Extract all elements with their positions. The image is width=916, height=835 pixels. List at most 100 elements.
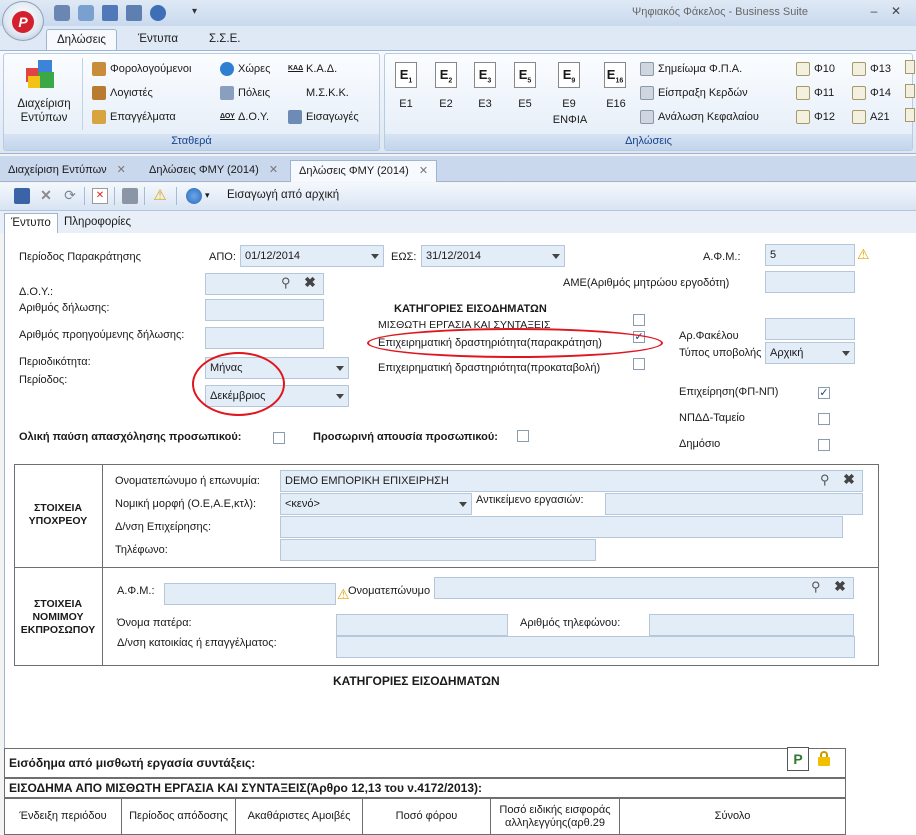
tab-info[interactable]: Πληροφορίες	[58, 213, 137, 233]
f14-button[interactable]: Φ14	[852, 84, 891, 102]
globe-icon[interactable]	[186, 188, 202, 204]
profit-collection-label: Είσπραξη Κερδών	[658, 87, 748, 99]
temp-absence-checkbox[interactable]	[517, 430, 529, 442]
e3-button[interactable]: Ε3	[470, 98, 500, 110]
business-object-field[interactable]	[605, 493, 863, 515]
rep-address-field[interactable]	[336, 636, 855, 658]
tab-sse[interactable]: Σ.Σ.Ε.	[199, 29, 250, 50]
ame-field[interactable]	[765, 271, 855, 293]
address-field[interactable]	[280, 516, 843, 538]
database-icon[interactable]	[78, 5, 94, 21]
clear-icon[interactable]: ✖	[842, 472, 856, 487]
rep-phone-field[interactable]	[649, 614, 854, 636]
business-label: Επιχείρηση(ΦΠ-ΝΠ)	[679, 386, 779, 398]
total-stop-checkbox[interactable]	[273, 432, 285, 444]
e2-button[interactable]: Ε2	[431, 98, 461, 110]
manage-forms-button[interactable]: Διαχείριση Εντύπων	[14, 97, 74, 125]
prev-decl-field[interactable]	[205, 327, 324, 349]
doc-tab-manage-forms[interactable]: Διαχείριση Εντύπων ✕	[0, 160, 134, 182]
manage-forms-label-2: Εντύπων	[20, 112, 68, 124]
manage-forms-label-1: Διαχείριση	[17, 98, 71, 110]
column-header: Ποσό ειδικής εισφοράς αλληλεγγύης(αρθ.29	[490, 798, 620, 835]
search-icon[interactable]: ⚲	[820, 473, 834, 487]
e16-button[interactable]: Ε16	[601, 98, 631, 110]
logo-p-icon: P	[12, 11, 34, 33]
app-logo-button[interactable]: P	[2, 1, 44, 41]
professions-button[interactable]: Επαγγέλματα	[92, 108, 176, 126]
cat1-checkbox[interactable]	[633, 314, 645, 326]
accountants-button[interactable]: Λογιστές	[92, 84, 153, 102]
report-icon[interactable]: P	[787, 747, 809, 771]
doc-tab-fmy-1[interactable]: Δηλώσεις ΦΜΥ (2014) ✕	[141, 160, 286, 182]
from-date-picker[interactable]: 01/12/2014	[240, 245, 384, 267]
minimize-button[interactable]: –	[866, 4, 882, 20]
close-tab-icon[interactable]: ✕	[269, 164, 278, 176]
capital-use-button[interactable]: Ανάλωση Κεφαλαίου	[640, 108, 759, 126]
doy-button[interactable]: ΔΟΥ Δ.Ο.Υ.	[220, 108, 269, 126]
save-icon[interactable]	[14, 188, 30, 204]
quick-access-icon[interactable]	[54, 5, 70, 21]
grid-icon[interactable]	[126, 5, 142, 21]
save-icon[interactable]	[102, 5, 118, 21]
legal-form-select[interactable]: <κενό>	[280, 493, 472, 515]
obligor-name-field[interactable]: DEMO ΕΜΠΟΡΙΚΗ ΕΠΙΧΕΙΡΗΣΗ	[280, 470, 863, 492]
tab-entypa[interactable]: Έντυπα	[128, 29, 188, 50]
cancel-icon[interactable]: ✕	[38, 188, 54, 204]
search-icon[interactable]: ⚲	[281, 276, 295, 290]
e5-button[interactable]: Ε5	[510, 98, 540, 110]
customize-qa-icon[interactable]: ▾	[192, 6, 197, 17]
mskk-button[interactable]: Μ.Σ.Κ.Κ.	[306, 84, 349, 102]
npdd-checkbox[interactable]	[818, 413, 830, 425]
group-label: Σταθερά	[4, 134, 379, 150]
vat-note-button[interactable]: Σημείωμα Φ.Π.Α.	[640, 60, 742, 78]
f10-button[interactable]: Φ10	[796, 60, 835, 78]
countries-button[interactable]: Χώρες	[220, 60, 270, 78]
father-name-field[interactable]	[336, 614, 508, 636]
profit-collection-button[interactable]: Είσπραξη Κερδών	[640, 84, 748, 102]
f14-label: Φ14	[870, 87, 892, 99]
cat3-checkbox[interactable]	[633, 358, 645, 370]
print-icon[interactable]	[122, 188, 138, 204]
kad-button[interactable]: ΚΑΔ Κ.Α.Δ.	[288, 60, 337, 78]
submit-type-select[interactable]: Αρχική	[765, 342, 855, 364]
inner-tab-strip	[0, 211, 916, 233]
periodicity-label: Περιοδικότητα:	[19, 356, 91, 368]
search-icon[interactable]: ⚲	[811, 580, 825, 594]
refresh-icon[interactable]: ⟳	[62, 188, 78, 204]
f13-button[interactable]: Φ13	[852, 60, 891, 78]
ribbon-overflow-icon[interactable]	[905, 60, 915, 130]
a21-button[interactable]: Α21	[852, 108, 890, 126]
chevron-down-icon	[459, 502, 467, 507]
rep-name-field[interactable]	[434, 577, 854, 599]
doc-tab-fmy-2[interactable]: Δηλώσεις ΦΜΥ (2014) ✕	[290, 160, 438, 182]
business-checkbox[interactable]: ✓	[818, 387, 830, 399]
close-tab-icon[interactable]: ✕	[419, 165, 428, 177]
afm-field[interactable]: 5	[765, 244, 855, 266]
close-tab-icon[interactable]: ✕	[117, 164, 126, 176]
e1-button[interactable]: Ε1	[391, 98, 421, 110]
delete-icon[interactable]: ✕	[92, 188, 108, 204]
tab-dilwseis[interactable]: Δηλώσεις	[46, 29, 117, 50]
tab-form[interactable]: Έντυπο	[4, 213, 58, 233]
f12-button[interactable]: Φ12	[796, 108, 835, 126]
f11-button[interactable]: Φ11	[796, 84, 834, 102]
e9-button[interactable]: Ε9	[554, 98, 584, 110]
warning-icon[interactable]: ⚠	[152, 188, 168, 204]
imports-button[interactable]: Εισαγωγές	[288, 108, 359, 126]
clear-icon[interactable]: ✖	[303, 275, 317, 290]
taxpayers-button[interactable]: Φορολογούμενοι	[92, 60, 191, 78]
clear-icon[interactable]: ✖	[833, 579, 847, 594]
close-button[interactable]: ✕	[888, 4, 904, 20]
dropdown-arrow-icon[interactable]: ▾	[205, 190, 210, 201]
import-from-original-button[interactable]: Εισαγωγή από αρχική	[227, 189, 339, 201]
folder-field[interactable]	[765, 318, 855, 340]
rep-afm-field[interactable]	[164, 583, 336, 605]
phone-field[interactable]	[280, 539, 596, 561]
to-date-picker[interactable]: 31/12/2014	[421, 245, 565, 267]
attach-icon[interactable]	[150, 5, 166, 21]
cities-button[interactable]: Πόλεις	[220, 84, 270, 102]
lock-icon[interactable]	[818, 751, 830, 766]
decl-no-field[interactable]	[205, 299, 324, 321]
doc-tab-label: Δηλώσεις ΦΜΥ (2014)	[149, 164, 259, 176]
public-checkbox[interactable]	[818, 439, 830, 451]
